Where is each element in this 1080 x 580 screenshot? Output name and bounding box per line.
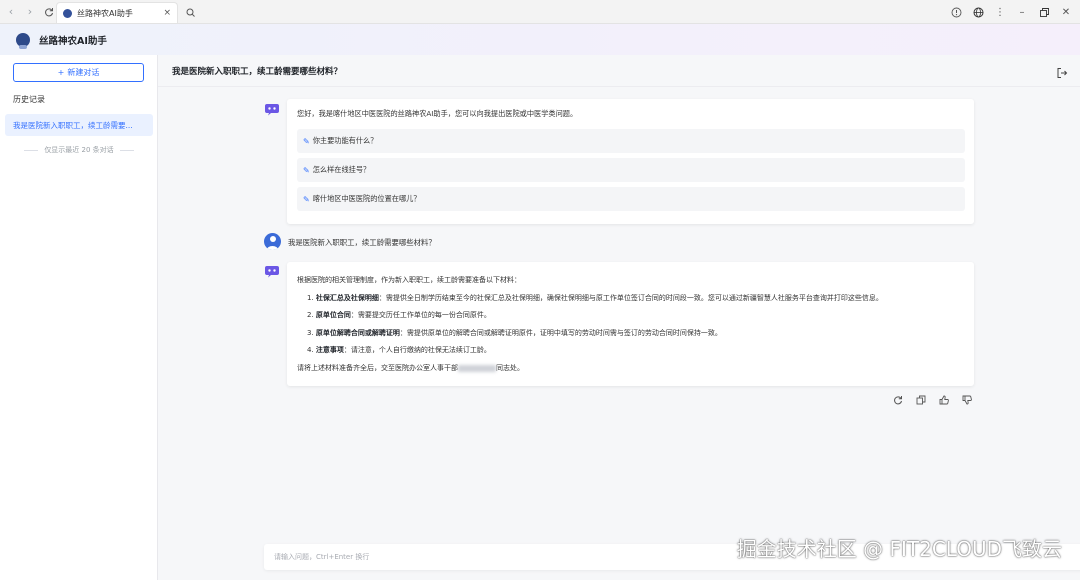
tab-search-icon[interactable] xyxy=(184,5,198,19)
history-item[interactable]: 我是医院新入职职工，续工龄需要... xyxy=(5,114,153,136)
regenerate-icon[interactable] xyxy=(891,393,904,406)
tab-title: 丝路神农AI助手 xyxy=(77,8,133,18)
info-icon[interactable] xyxy=(948,4,964,20)
reload-icon[interactable] xyxy=(41,4,57,20)
user-avatar xyxy=(264,233,281,250)
forward-icon[interactable]: › xyxy=(22,4,38,20)
chat-header: 我是医院新入职职工，续工龄需要哪些材料？ xyxy=(158,55,1080,87)
history-note: 仅显示最近 20 条对话 xyxy=(0,145,158,155)
copy-icon[interactable] xyxy=(914,393,927,406)
chat-main: 我是医院新入职职工，续工龄需要哪些材料？ 您好，我是喀什地区中医医院的丝路神农A… xyxy=(158,55,1080,580)
greeting-text: 您好，我是喀什地区中医医院的丝路神农AI助手，您可以向我提出医院或中医学类问题。 xyxy=(297,109,578,118)
history-note-text: 仅显示最近 20 条对话 xyxy=(44,146,114,154)
browser-tab[interactable]: 丝路神农AI助手 × xyxy=(56,2,178,23)
divider xyxy=(24,149,39,151)
minimize-icon[interactable]: – xyxy=(1014,4,1030,20)
browser-toolbar: ‹ › 丝路神农AI助手 × ⋮ – ✕ xyxy=(0,0,1080,24)
suggestion-text: 怎么样在线挂号？ xyxy=(312,165,371,174)
plus-icon: + xyxy=(57,68,65,77)
globe-icon[interactable] xyxy=(970,4,986,20)
bot-avatar-icon xyxy=(264,101,280,116)
divider xyxy=(119,149,134,151)
more-menu-icon[interactable]: ⋮ xyxy=(992,4,1008,20)
close-icon[interactable]: × xyxy=(163,8,171,18)
logout-icon[interactable] xyxy=(1056,64,1070,78)
favicon-icon xyxy=(63,8,72,18)
redacted-name xyxy=(458,364,496,372)
app-header: 丝路神农AI助手 xyxy=(0,24,1080,55)
new-chat-label: 新建对话 xyxy=(67,68,100,77)
suggestion-text: 喀什地区中医医院的位置在哪儿？ xyxy=(312,194,421,203)
user-message: 我是医院新入职职工，续工龄需要哪些材料？ xyxy=(288,238,436,247)
chat-title: 我是医院新入职职工，续工龄需要哪些材料？ xyxy=(172,66,343,77)
answer-item: 2. 原单位合同：需要提交历任工作单位的每一份合同原件。 xyxy=(307,311,491,319)
bot-avatar-icon xyxy=(264,263,280,278)
answer-item: 1. 社保汇总及社保明细：需提供全日制学历结束至今的社保汇总及社保明细，确保社保… xyxy=(307,294,883,302)
app-logo-icon xyxy=(16,32,30,49)
answer-intro: 根据医院的相关管理制度，作为新入职职工，续工龄需要准备以下材料： xyxy=(297,276,521,284)
restore-icon[interactable] xyxy=(1036,4,1052,20)
watermark: 掘金技术社区 @ FIT2CLOUD飞致云 xyxy=(736,537,1062,561)
pencil-icon: ✎ xyxy=(303,194,310,204)
pencil-icon: ✎ xyxy=(303,136,310,146)
close-window-icon[interactable]: ✕ xyxy=(1058,4,1074,20)
answer-closing: 请将上述材料准备齐全后，交至医院办公室人事干部 同志处。 xyxy=(297,364,524,372)
new-chat-button[interactable]: + 新建对话 xyxy=(13,63,144,82)
bot-greeting-card: 您好，我是喀什地区中医医院的丝路神农AI助手，您可以向我提出医院或中医学类问题。… xyxy=(287,99,974,224)
pencil-icon: ✎ xyxy=(303,165,310,175)
app-title: 丝路神农AI助手 xyxy=(39,35,107,47)
sidebar: + 新建对话 历史记录 我是医院新入职职工，续工龄需要... 仅显示最近 20 … xyxy=(0,55,158,580)
suggestion-item[interactable]: ✎ 怎么样在线挂号？ xyxy=(297,158,965,182)
suggestion-item[interactable]: ✎ 喀什地区中医医院的位置在哪儿？ xyxy=(297,187,965,211)
answer-item: 4. 注意事项：请注意，个人自行缴纳的社保无法续订工龄。 xyxy=(307,346,491,354)
bot-answer-card: 根据医院的相关管理制度，作为新入职职工，续工龄需要准备以下材料： 1. 社保汇总… xyxy=(287,262,974,386)
answer-actions xyxy=(891,393,973,406)
thumbs-down-icon[interactable] xyxy=(960,393,973,406)
answer-item: 3. 原单位解聘合同或解聘证明：需提供原单位的解聘合同或解聘证明原件，证明中填写… xyxy=(307,329,722,337)
thumbs-up-icon[interactable] xyxy=(937,393,950,406)
history-heading: 历史记录 xyxy=(13,95,45,104)
suggestion-text: 你主要功能有什么？ xyxy=(312,136,378,145)
suggestion-item[interactable]: ✎ 你主要功能有什么？ xyxy=(297,129,965,153)
back-icon[interactable]: ‹ xyxy=(3,4,19,20)
